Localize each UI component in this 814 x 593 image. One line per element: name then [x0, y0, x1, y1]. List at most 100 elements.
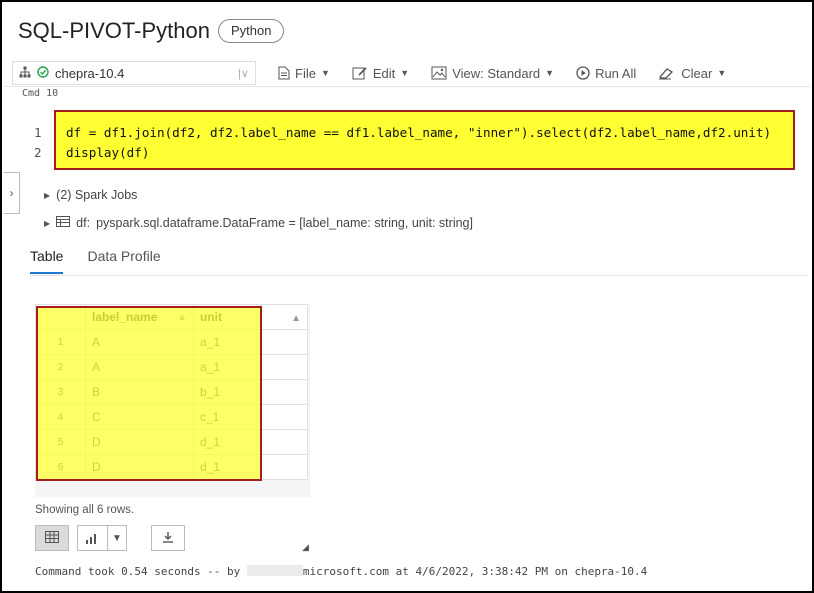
table-row: 5 Dd_1	[35, 429, 308, 455]
caret-icon: ▼	[545, 68, 555, 78]
cluster-tree-icon	[19, 66, 31, 81]
caret-icon: ▼	[320, 68, 330, 78]
table-row: 4 Cc_1	[35, 404, 308, 430]
cell-empty	[261, 329, 308, 355]
column-header-label-name[interactable]: label_name ▲	[85, 304, 194, 330]
sort-up-icon[interactable]: ▲	[291, 313, 301, 324]
notebook-title[interactable]: SQL-PIVOT-Python	[18, 18, 210, 44]
table-view-button[interactable]	[35, 525, 69, 551]
caret-icon: ▼	[717, 68, 727, 78]
bar-chart-icon	[78, 532, 107, 544]
column-header-unit[interactable]: unit	[193, 304, 262, 330]
chevron-down-icon[interactable]: ▼	[106, 526, 126, 550]
cell-empty	[261, 404, 308, 430]
edit-icon	[352, 66, 368, 80]
cell-label-name: A	[85, 329, 194, 355]
cell-label-name: B	[85, 379, 194, 405]
run-all-label: Run All	[595, 65, 637, 81]
column-header-text: label_name	[92, 310, 158, 324]
tabs-divider	[30, 275, 808, 276]
edit-label: Edit	[372, 65, 396, 81]
cell-label-name: D	[85, 429, 194, 455]
view-label: View: Standard	[452, 65, 541, 81]
dataframe-schema-toggle[interactable]: ▶ df: pyspark.sql.dataframe.DataFrame = …	[44, 216, 473, 230]
cell-unit: b_1	[193, 379, 262, 405]
chevron-right-icon: ›	[9, 186, 14, 200]
table-row: 1 Aa_1	[35, 329, 308, 355]
side-panel-toggle[interactable]: ›	[4, 172, 20, 214]
view-menu[interactable]: View: Standard ▼	[431, 66, 554, 81]
file-icon	[278, 66, 290, 80]
download-icon	[162, 531, 174, 546]
edit-menu[interactable]: Edit ▼	[352, 66, 409, 81]
download-button[interactable]	[151, 525, 185, 551]
resize-handle-icon[interactable]: ◢	[302, 542, 309, 553]
cell-label-name: D	[85, 454, 194, 480]
cell-unit: d_1	[193, 454, 262, 480]
cell-label-name: C	[85, 404, 194, 430]
row-index: 4	[35, 404, 86, 430]
cluster-name: chepra-10.4	[55, 65, 125, 81]
image-icon	[431, 66, 447, 80]
column-header-empty: ▲	[261, 304, 308, 330]
cluster-selector[interactable]: chepra-10.4 |∨	[12, 61, 256, 85]
chevron-down-icon: |∨	[238, 67, 249, 80]
table-row: 2 Aa_1	[35, 354, 308, 380]
cell-empty	[261, 429, 308, 455]
tab-data-profile[interactable]: Data Profile	[87, 248, 160, 274]
row-index: 2	[35, 354, 86, 380]
footer-suffix: microsoft.com at 4/6/2022, 3:38:42 PM on…	[302, 565, 648, 578]
clear-menu[interactable]: Clear ▼	[658, 66, 726, 81]
code-line: display(df)	[66, 145, 150, 160]
spark-jobs-toggle[interactable]: ▶ (2) Spark Jobs	[44, 188, 137, 202]
title-row: SQL-PIVOT-Python Python	[18, 18, 285, 44]
row-index: 1	[35, 329, 86, 355]
index-header	[35, 304, 86, 330]
cluster-status-icon	[37, 65, 49, 81]
df-type: pyspark.sql.dataframe.DataFrame = [label…	[96, 216, 473, 230]
run-all-button[interactable]: Run All	[576, 66, 636, 81]
cell-unit: a_1	[193, 329, 262, 355]
table-row: 6 Dd_1	[35, 454, 308, 480]
result-grid-panel: label_name ▲ unit ▲ 1 Aa_1 2 Aa_1 3 Bb_1 4Cc…	[35, 304, 310, 497]
table-row: 3 Bb_1	[35, 379, 308, 405]
clear-label: Clear	[681, 65, 713, 81]
table-header-row: label_name ▲ unit ▲	[35, 304, 308, 330]
header-divider	[4, 86, 810, 87]
notebook-window: SQL-PIVOT-Python Python chepra-10.4 |∨ F…	[0, 0, 814, 593]
eraser-icon	[658, 66, 676, 80]
triangle-right-icon: ▶	[44, 190, 51, 200]
command-footer: Command took 0.54 seconds -- by microsof…	[35, 565, 647, 578]
caret-icon: ▼	[400, 68, 410, 78]
chart-button[interactable]: ▼	[77, 525, 127, 551]
row-index: 3	[35, 379, 86, 405]
sort-up-icon[interactable]: ▲	[177, 312, 187, 323]
df-prefix: df:	[76, 216, 91, 230]
cell-empty	[261, 454, 308, 480]
line-number: 1	[34, 125, 42, 140]
row-index: 6	[35, 454, 86, 480]
row-count-text: Showing all 6 rows.	[35, 504, 135, 516]
output-tabs: Table Data Profile	[30, 248, 161, 274]
code-editor[interactable]: df = df1.join(df2, df2.label_name == df1…	[54, 110, 795, 170]
triangle-right-icon: ▶	[44, 218, 51, 228]
table-icon	[56, 216, 71, 230]
file-label: File	[295, 65, 316, 81]
spark-jobs-label: (2) Spark Jobs	[56, 188, 138, 202]
result-table: label_name ▲ unit ▲ 1 Aa_1 2 Aa_1 3 Bb_1 4Cc…	[35, 304, 308, 480]
file-menu[interactable]: File ▼	[278, 66, 330, 81]
footer-prefix: Command took 0.54 seconds -- by	[35, 565, 247, 578]
cell-label-name: A	[85, 354, 194, 380]
play-circle-icon	[576, 66, 590, 80]
cell-empty	[261, 379, 308, 405]
language-badge[interactable]: Python	[217, 19, 285, 43]
line-number: 2	[34, 145, 42, 160]
tab-table[interactable]: Table	[30, 248, 64, 274]
cell-unit: c_1	[193, 404, 262, 430]
redacted-user	[246, 565, 303, 576]
cell-empty	[261, 354, 308, 380]
cell-unit: d_1	[193, 429, 262, 455]
column-header-text: unit	[200, 310, 222, 324]
code-line: df = df1.join(df2, df2.label_name == df1…	[66, 125, 772, 140]
table-grid-icon	[45, 530, 59, 546]
